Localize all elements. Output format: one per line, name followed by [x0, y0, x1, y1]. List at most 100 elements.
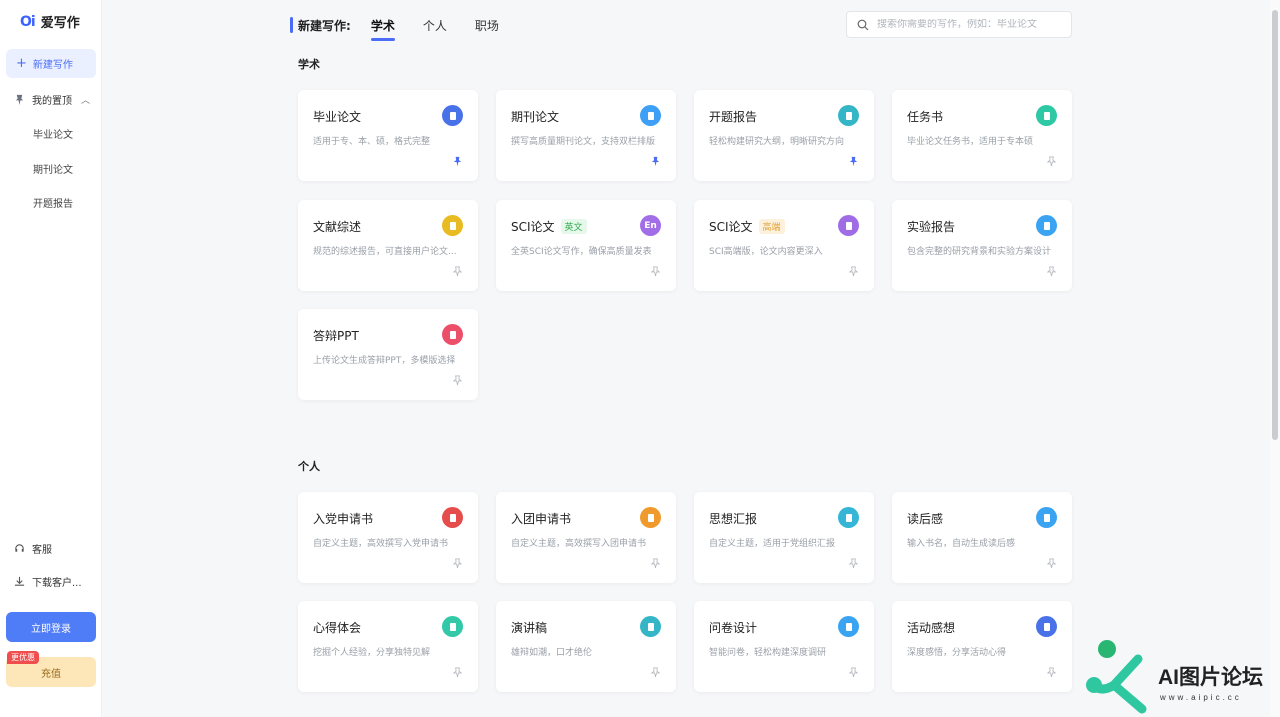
card-title-row: 开题报告 [709, 108, 757, 125]
download-icon [14, 576, 25, 587]
pin-icon[interactable] [452, 558, 463, 569]
card-title-row: 演讲稿 [511, 619, 547, 636]
heart-icon [442, 616, 463, 637]
login-button[interactable]: 立即登录 [6, 612, 96, 642]
writing-card[interactable]: 入党申请书自定义主题，高效撰写入党申请书 [298, 492, 478, 583]
pin-icon[interactable] [848, 667, 859, 678]
card-title: 活动感想 [907, 619, 955, 636]
card-title: 毕业论文 [313, 108, 361, 125]
scrollbar-thumb[interactable] [1272, 10, 1278, 440]
pin-icon[interactable] [1046, 667, 1057, 678]
card-title-row: 思想汇报 [709, 510, 757, 527]
writing-card[interactable]: 任务书毕业论文任务书，适用于专本硕 [892, 90, 1072, 181]
pinned-toggle[interactable]: 我的置顶 ︿ [14, 92, 90, 107]
headset-icon [14, 543, 25, 554]
search-input[interactable] [877, 19, 1057, 30]
card-description: SCI高端版，论文内容更深入 [709, 244, 823, 257]
watermark: AI图片论坛 www.aipic.cc [1080, 637, 1270, 717]
document-icon [838, 105, 859, 126]
writing-card[interactable]: SCI论文英文全英SCI论文写作，确保高质量发表En [496, 200, 676, 291]
card-title-row: 答辩PPT [313, 327, 359, 344]
card-title-row: 毕业论文 [313, 108, 361, 125]
sidebar-item-pinned[interactable]: 毕业论文 [33, 126, 73, 141]
new-writing-button[interactable]: + 新建写作 [6, 49, 96, 78]
card-description: 挖掘个人经验，分享独特见解 [313, 645, 430, 658]
chevron-up-icon: ︿ [81, 93, 90, 106]
app-logo[interactable]: Oi 爱写作 [20, 12, 80, 31]
writing-card[interactable]: 答辩PPT上传论文生成答辩PPT，多模版选择 [298, 309, 478, 400]
writing-card[interactable]: 实验报告包含完整的研究背景和实验方案设计 [892, 200, 1072, 291]
tab-academic[interactable]: 学术 [371, 17, 395, 34]
search-box [846, 11, 1072, 38]
pin-icon[interactable] [452, 375, 463, 386]
tab-workplace[interactable]: 职场 [475, 17, 499, 34]
pin-icon[interactable] [452, 266, 463, 277]
pin-icon[interactable] [1046, 558, 1057, 569]
card-description: 包含完整的研究背景和实验方案设计 [907, 244, 1051, 257]
card-description: 自定义主题，高效撰写入党申请书 [313, 536, 448, 549]
card-title: 文献综述 [313, 218, 361, 235]
pin-icon[interactable] [1046, 156, 1057, 167]
pin-icon[interactable] [650, 266, 661, 277]
card-description: 毕业论文任务书，适用于专本硕 [907, 134, 1033, 147]
customer-service-link[interactable]: 客服 [14, 541, 52, 556]
card-tag: 高端 [759, 219, 785, 234]
pin-icon[interactable] [650, 558, 661, 569]
pin-icon [14, 94, 25, 105]
new-writing-label: 新建写作 [33, 56, 73, 71]
pin-icon[interactable] [650, 667, 661, 678]
card-title: 答辩PPT [313, 327, 359, 344]
writing-card[interactable]: 心得体会挖掘个人经验，分享独特见解 [298, 601, 478, 692]
scrollbar[interactable] [1270, 0, 1280, 717]
writing-card[interactable]: 毕业论文适用于专、本、硕，格式完整 [298, 90, 478, 181]
download-client-link[interactable]: 下载客户... [14, 574, 82, 589]
tab-personal[interactable]: 个人 [423, 17, 447, 34]
promo-badge: 更优惠 [7, 651, 39, 664]
card-description: 规范的综述报告，可直接用户论文... [313, 244, 457, 257]
writing-card[interactable]: 活动感想深度感悟，分享活动心得 [892, 601, 1072, 692]
writing-card[interactable]: 入团申请书自定义主题，高效撰写入团申请书 [496, 492, 676, 583]
title-accent-bar [290, 17, 293, 33]
writing-card[interactable]: 问卷设计智能问卷，轻松构建深度调研 [694, 601, 874, 692]
writing-card[interactable]: 开题报告轻松构建研究大纲，明晰研究方向 [694, 90, 874, 181]
sidebar: Oi 爱写作 + 新建写作 我的置顶 ︿ 毕业论文 期刊论文 开题报告 客服 下… [0, 0, 102, 717]
pin-icon[interactable] [848, 558, 859, 569]
document-icon [838, 616, 859, 637]
party-icon [442, 507, 463, 528]
sidebar-item-pinned[interactable]: 期刊论文 [33, 161, 73, 176]
en-icon: En [640, 215, 661, 236]
search-icon [857, 19, 869, 31]
pin-icon[interactable] [650, 156, 661, 167]
card-title: 心得体会 [313, 619, 361, 636]
plus-icon: + [16, 57, 27, 70]
page-title: 新建写作: [298, 17, 351, 34]
pin-icon[interactable] [452, 156, 463, 167]
writing-card[interactable]: 演讲稿雄辩如潮，口才绝伦 [496, 601, 676, 692]
card-title-row: 文献综述 [313, 218, 361, 235]
sidebar-item-pinned[interactable]: 开题报告 [33, 195, 73, 210]
writing-card[interactable]: 读后感输入书名，自动生成读后感 [892, 492, 1072, 583]
pin-icon[interactable] [452, 667, 463, 678]
card-description: 适用于专、本、硕，格式完整 [313, 134, 430, 147]
writing-type-tabs: 新建写作: 学术 个人 职场 [290, 14, 527, 36]
card-title-row: SCI论文英文 [511, 218, 587, 235]
writing-card[interactable]: 思想汇报自定义主题，适用于党组织汇报 [694, 492, 874, 583]
ppt-icon [442, 324, 463, 345]
document-icon [1036, 215, 1057, 236]
document-icon [838, 507, 859, 528]
card-title-row: 期刊论文 [511, 108, 559, 125]
pin-icon[interactable] [848, 266, 859, 277]
card-description: 深度感悟，分享活动心得 [907, 645, 1006, 658]
writing-card[interactable]: 期刊论文撰写高质量期刊论文，支持双栏排版 [496, 90, 676, 181]
card-description: 智能问卷，轻松构建深度调研 [709, 645, 826, 658]
card-title-row: 入团申请书 [511, 510, 571, 527]
service-label: 客服 [32, 541, 52, 556]
person-icon [640, 507, 661, 528]
writing-card[interactable]: 文献综述规范的综述报告，可直接用户论文... [298, 200, 478, 291]
writing-card[interactable]: SCI论文高端SCI高端版，论文内容更深入 [694, 200, 874, 291]
card-title: 期刊论文 [511, 108, 559, 125]
card-title: 实验报告 [907, 218, 955, 235]
pin-icon[interactable] [848, 156, 859, 167]
card-title: 任务书 [907, 108, 943, 125]
pin-icon[interactable] [1046, 266, 1057, 277]
